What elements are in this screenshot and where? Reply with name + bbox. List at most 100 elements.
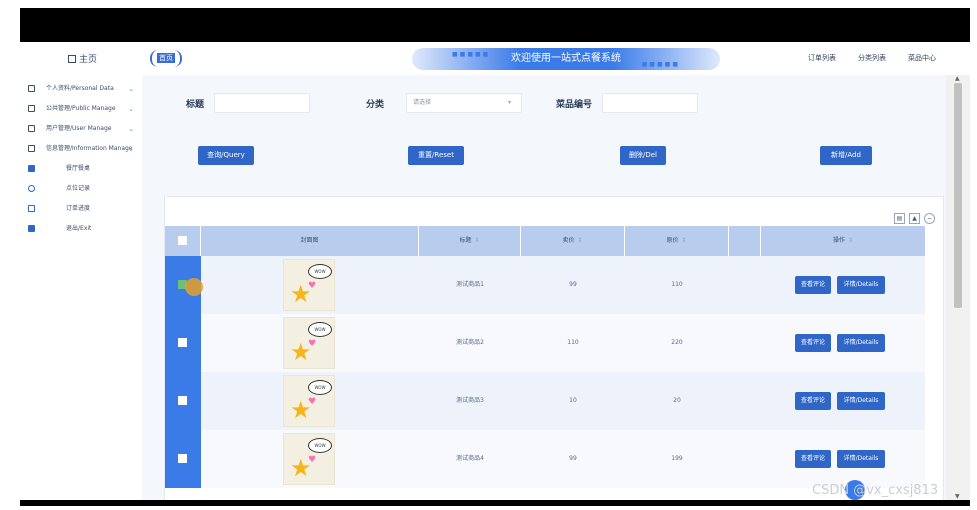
add-button[interactable]: 新增/Add: [820, 146, 872, 165]
star-icon: ★: [290, 396, 312, 424]
sidebar-item-label: 用户管理/User Manage: [46, 125, 112, 132]
category-select[interactable]: 请选择 ▾: [406, 93, 522, 113]
table-row: WOW ♥ ★ 测试商品4 99 199 查看评论 详情/Details: [165, 430, 925, 488]
header: 主页 首页 ■■■■■ 欢迎使用一站式点餐系统 ■■■■■ 订单列表 分类列表 …: [20, 42, 970, 75]
home-link[interactable]: 主页: [68, 52, 97, 65]
cover-image: WOW ♥ ★: [283, 433, 335, 485]
export-icon[interactable]: ▲: [909, 213, 920, 224]
table-row: WOW ♥ ★ 测试商品1 99 110 查看评论 详情/Details: [165, 256, 925, 314]
view-comments-button[interactable]: 查看评论: [795, 276, 831, 294]
cell-price: 110: [567, 339, 579, 346]
details-button[interactable]: 详情/Details: [837, 334, 885, 352]
sidebar-item-order-progress[interactable]: 订单进度: [20, 199, 142, 219]
user-card-icon: [28, 85, 35, 92]
column-header-actions: 操作 ⇕: [761, 226, 925, 256]
scroll-up-icon[interactable]: ▲: [955, 75, 960, 82]
speech-bubble: WOW: [308, 322, 332, 337]
column-label: 操作: [832, 237, 845, 244]
sidebar-item-information-manage[interactable]: 信息管理/Information Manage ⌄: [20, 139, 142, 159]
tab-home[interactable]: 首页: [150, 50, 182, 67]
column-label: 卖价: [562, 237, 575, 244]
top-letterbox: [20, 8, 970, 42]
banner-dots-icon: ■■■■■: [641, 61, 680, 68]
cell-original-price: 20: [673, 397, 681, 404]
column-header-cover: 封面图: [201, 226, 419, 256]
speech-bubble: WOW: [308, 264, 332, 279]
sidebar-item-label: 餐厅餐桌: [66, 165, 91, 172]
column-header-blank: [729, 226, 761, 256]
sidebar-item-public-manage[interactable]: 公共管理/Public Manage ⌄: [20, 99, 142, 119]
sort-icon: ⇕: [681, 237, 687, 244]
cell-price: 10: [569, 397, 577, 404]
scrollbar-thumb[interactable]: [954, 83, 962, 308]
cell-original-price: 110: [671, 281, 683, 288]
reset-button[interactable]: 重置/Reset: [408, 146, 464, 165]
sidebar-item-seat-records[interactable]: 点位记录: [20, 179, 142, 199]
sidebar-item-user-manage[interactable]: 用户管理/User Manage ⌄: [20, 119, 142, 139]
home-label: 主页: [79, 55, 98, 65]
cover-image: WOW ♥ ★: [283, 317, 335, 369]
details-button[interactable]: 详情/Details: [837, 392, 885, 410]
details-button[interactable]: 详情/Details: [837, 450, 885, 468]
row-checkbox[interactable]: [178, 396, 187, 405]
view-comments-button[interactable]: 查看评论: [795, 450, 831, 468]
sort-icon: ⇕: [577, 237, 583, 244]
select-all-cell: [165, 226, 201, 256]
table-header: 封面图 标题 ⇕ 卖价 ⇕ 原价 ⇕ 操作 ⇕: [165, 226, 925, 256]
column-header-price[interactable]: 卖价 ⇕: [521, 226, 625, 256]
chevron-down-icon: ⌄: [128, 125, 134, 133]
cell-original-price: 220: [671, 339, 683, 346]
sort-icon: ⇕: [474, 237, 480, 244]
chevron-down-icon: ⌄: [128, 85, 134, 93]
bookmark-icon: [28, 165, 35, 172]
sidebar-item-label: 订单进度: [66, 205, 91, 212]
sidebar-item-tables[interactable]: 餐厅餐桌: [20, 159, 142, 179]
select-all-checkbox[interactable]: [178, 236, 187, 245]
row-checkbox[interactable]: [178, 454, 187, 463]
sidebar-item-personal-data[interactable]: 个人资料/Personal Data ⌄: [20, 79, 142, 99]
cursor-highlight: [185, 278, 203, 296]
nav-order-list[interactable]: 订单列表: [808, 53, 836, 63]
chevron-down-icon: ⌄: [128, 105, 134, 113]
sidebar-item-label: 个人资料/Personal Data: [46, 85, 114, 92]
cell-title: 测试商品2: [456, 339, 484, 346]
cell-title: 测试商品4: [456, 455, 484, 462]
table-row: WOW ♥ ★ 测试商品2 110 220 查看评论 详情/Details: [165, 314, 925, 372]
home-icon: [68, 55, 76, 63]
column-header-original-price[interactable]: 原价 ⇕: [625, 226, 729, 256]
sidebar-item-exit[interactable]: 退出/Exit: [20, 219, 142, 239]
bar-chart-icon: [28, 125, 35, 132]
bottom-letterbox: [20, 500, 970, 506]
document-icon: [28, 105, 35, 112]
chevron-down-icon: ▾: [507, 99, 511, 106]
details-button[interactable]: 详情/Details: [837, 276, 885, 294]
sidebar-item-label: 退出/Exit: [66, 225, 92, 232]
app-window: 主页 首页 ■■■■■ 欢迎使用一站式点餐系统 ■■■■■ 订单列表 分类列表 …: [20, 42, 970, 500]
table-panel: ▤ ▲ − 封面图 标题 ⇕ 卖价 ⇕ 原价 ⇕ 操作 ⇕ WOW ♥ ★ 测试…: [164, 196, 944, 500]
print-icon[interactable]: ▤: [894, 213, 905, 224]
speech-bubble: WOW: [308, 438, 332, 453]
vertical-scrollbar[interactable]: ▲ ▼: [946, 75, 970, 500]
minus-circle-icon[interactable]: −: [924, 213, 935, 224]
cover-image: WOW ♥ ★: [283, 375, 335, 427]
title-filter-input[interactable]: [214, 93, 310, 113]
person-icon: [28, 185, 35, 192]
nav-category-list[interactable]: 分类列表: [858, 53, 886, 63]
row-checkbox[interactable]: [178, 338, 187, 347]
view-comments-button[interactable]: 查看评论: [795, 334, 831, 352]
delete-button[interactable]: 删除/Del: [620, 146, 666, 165]
view-comments-button[interactable]: 查看评论: [795, 392, 831, 410]
table-toolbar: ▤ ▲ −: [890, 205, 935, 224]
sort-icon: ⇕: [847, 237, 854, 244]
table-row: WOW ♥ ★ 测试商品3 10 20 查看评论 详情/Details: [165, 372, 925, 430]
dish-no-filter-input[interactable]: [602, 93, 698, 113]
star-icon: ★: [290, 338, 312, 366]
nav-dish-center[interactable]: 菜品中心: [908, 53, 936, 63]
column-header-title[interactable]: 标题 ⇕: [419, 226, 521, 256]
scroll-down-icon[interactable]: ▼: [955, 493, 960, 500]
speech-bubble: WOW: [308, 380, 332, 395]
sidebar: 个人资料/Personal Data ⌄ 公共管理/Public Manage …: [20, 75, 142, 500]
query-button[interactable]: 查询/Query: [198, 146, 254, 165]
exit-icon: [28, 225, 35, 232]
calendar-icon: [28, 205, 35, 212]
